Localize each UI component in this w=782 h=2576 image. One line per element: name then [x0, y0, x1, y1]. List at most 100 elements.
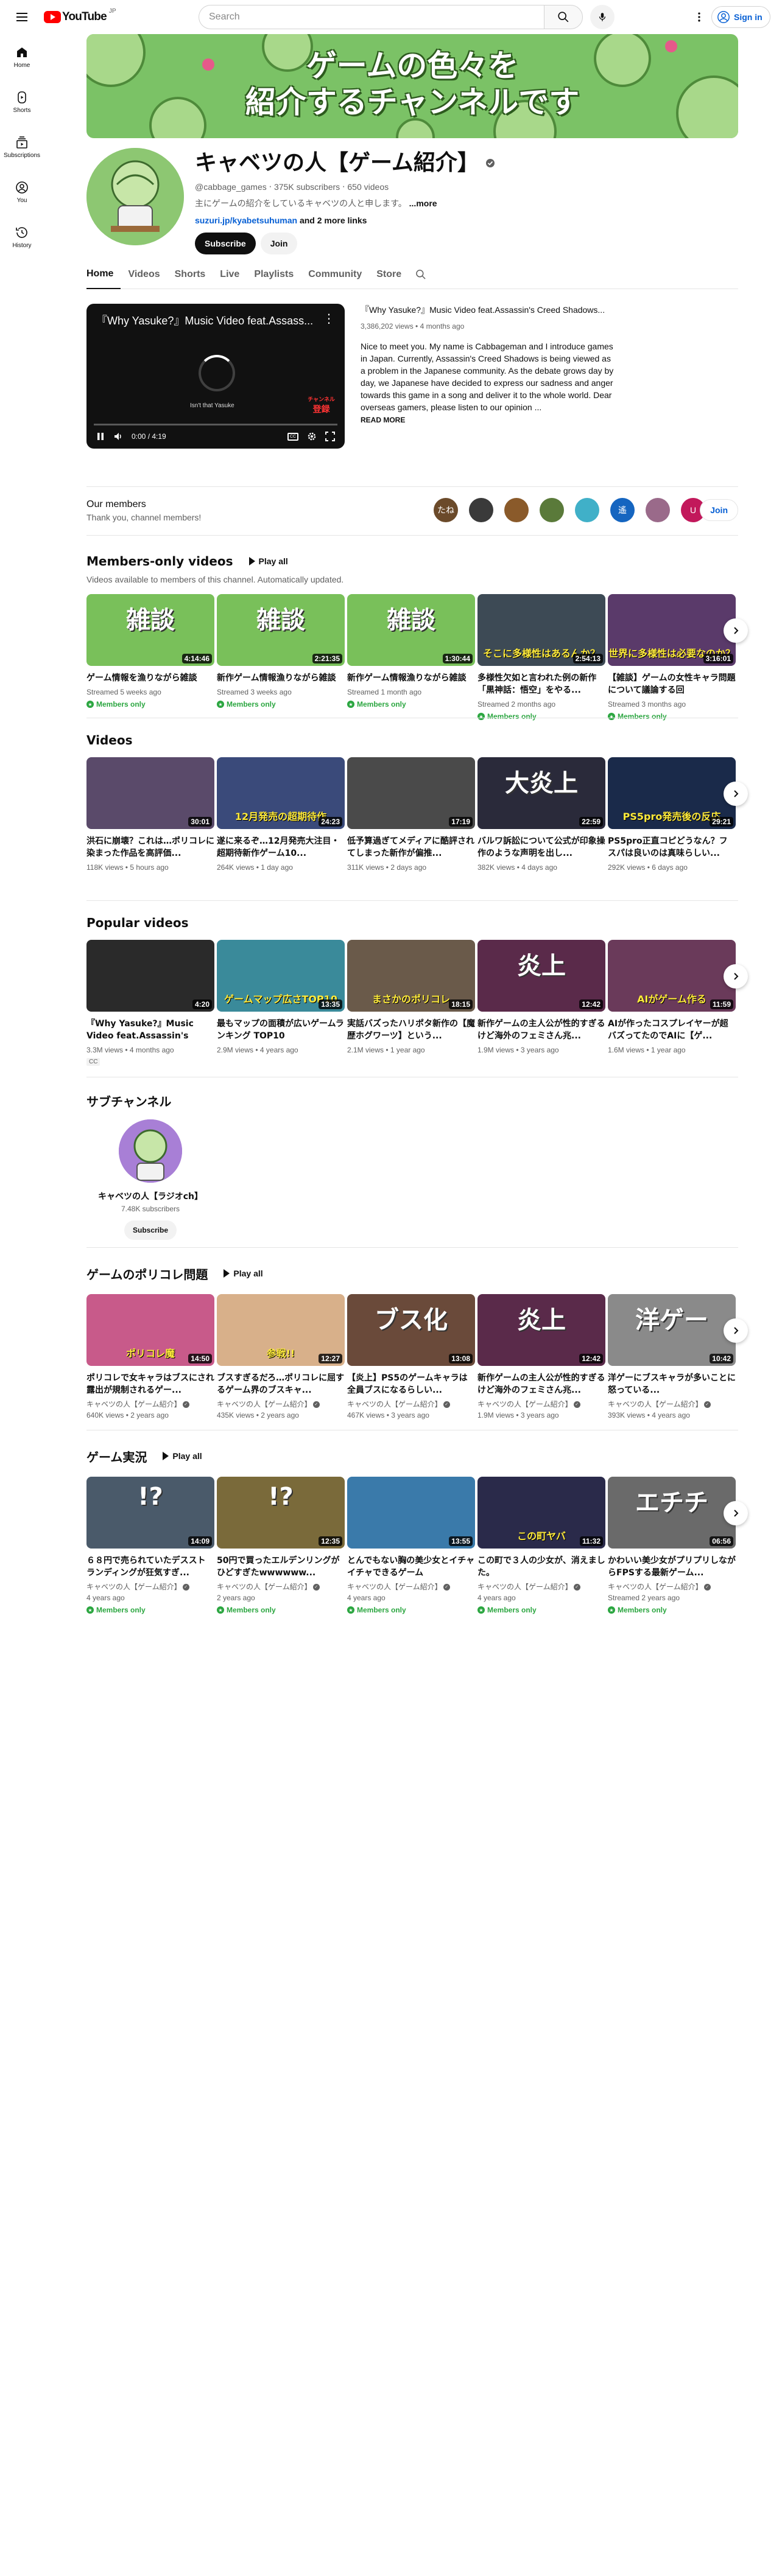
video-thumbnail[interactable]: この町ヤバ 11:32 — [477, 1477, 605, 1549]
video-channel[interactable]: キャベツの人【ゲーム紹介】 ✓ — [347, 1399, 475, 1410]
video-thumbnail[interactable]: 4:20 — [86, 940, 214, 1012]
video-thumbnail[interactable]: 30:01 — [86, 757, 214, 829]
guide-item-home[interactable]: Home — [2, 34, 41, 79]
video-thumbnail[interactable]: エチチ 06:56 — [608, 1477, 736, 1549]
subtitles-icon[interactable]: CC — [287, 432, 298, 441]
video-title[interactable]: 『Why Yasuke?』Music Video feat.Assassin's… — [86, 1018, 214, 1042]
video-thumbnail[interactable]: 13:55 — [347, 1477, 475, 1549]
tab-live[interactable]: Live — [213, 260, 247, 289]
play-all-button[interactable]: Play all — [243, 550, 294, 572]
read-more-link[interactable]: READ MORE — [361, 416, 616, 424]
section-title[interactable]: ゲームのポリコレ問題 — [86, 1265, 208, 1283]
channel-more-links[interactable]: and 2 more links — [300, 215, 367, 225]
guide-item-shorts[interactable]: Shorts — [2, 79, 41, 124]
video-thumbnail[interactable]: 雑談 1:30:44 — [347, 594, 475, 666]
guide-item-subscriptions[interactable]: Subscriptions — [2, 124, 41, 169]
subchannel-card[interactable]: キャベツの人【ラジオch】 7.48K subscribers Subscrib… — [86, 1119, 214, 1240]
video-channel[interactable]: キャベツの人【ゲーム紹介】 ✓ — [608, 1581, 736, 1592]
video-title[interactable]: 新作ゲーム情報漁りながら雑談 — [217, 672, 345, 684]
video-thumbnail[interactable]: 雑談 2:21:35 — [217, 594, 345, 666]
video-card[interactable]: ブス化 13:08 【炎上】PS5のゲームキャラは全員ブスになるらしい... キャベツ… — [347, 1294, 475, 1421]
video-title[interactable]: AIが作ったコスプレイヤーが超バズってたのでAIに【ゲ... — [608, 1018, 736, 1042]
video-card[interactable]: 炎上 12:42 新作ゲームの主人公が性的すぎるけど海外のフェミさん兆... 1.9M… — [477, 940, 605, 1066]
video-title[interactable]: 洋ゲーにブスキャラが多いことに怒っている... — [608, 1372, 736, 1396]
video-card[interactable]: 12月発売の超期待作 24:23 遂に来るぞ…12月発売大注目・超期待新作ゲーム10… — [217, 757, 345, 873]
video-title[interactable]: 遂に来るぞ…12月発売大注目・超期待新作ゲーム10... — [217, 835, 345, 859]
video-channel[interactable]: キャベツの人【ゲーム紹介】 ✓ — [86, 1399, 214, 1410]
guide-menu-button[interactable] — [10, 5, 34, 29]
member-avatar[interactable] — [504, 498, 529, 522]
channel-description[interactable]: 主にゲームの紹介をしているキャベツの人と申します。 ...more — [195, 197, 731, 209]
video-channel[interactable]: キャベツの人【ゲーム紹介】 ✓ — [477, 1399, 605, 1410]
video-title[interactable]: ブスすぎるだろ…ポリコレに屈するゲーム界のブスキャ... — [217, 1372, 345, 1396]
video-channel[interactable]: キャベツの人【ゲーム紹介】 ✓ — [86, 1581, 214, 1592]
member-avatar[interactable] — [575, 498, 599, 522]
video-thumbnail[interactable]: 炎上 12:42 — [477, 1294, 605, 1366]
video-card[interactable]: 炎上 12:42 新作ゲームの主人公が性的すぎるけど海外のフェミさん兆... キャベツ… — [477, 1294, 605, 1421]
subchannel-name[interactable]: キャベツの人【ラジオch】 — [86, 1190, 214, 1202]
video-thumbnail[interactable]: !? 12:35 — [217, 1477, 345, 1549]
shelf-next-button[interactable] — [724, 1318, 748, 1343]
video-channel[interactable]: キャベツの人【ゲーム紹介】 ✓ — [608, 1399, 736, 1410]
video-thumbnail[interactable]: 世界に多様性は必要なのか？ 3:16:01 — [608, 594, 736, 666]
video-thumbnail[interactable]: 17:19 — [347, 757, 475, 829]
video-title[interactable]: かわいい美少女がプリプリしながらFPSする最新ゲーム... — [608, 1555, 736, 1579]
video-card[interactable]: 雑談 4:14:46 ゲーム情報を漁りながら雑談 Streamed 5 weeks a… — [86, 594, 214, 721]
video-card[interactable]: 大炎上 22:59 バルワ訴訟について公式が印象操作のような声明を出し... 382K… — [477, 757, 605, 873]
video-card[interactable]: 雑談 1:30:44 新作ゲーム情報漁りながら雑談 Streamed 1 month … — [347, 594, 475, 721]
settings-gear-icon[interactable] — [307, 432, 317, 441]
voice-search-button[interactable] — [590, 5, 615, 29]
member-avatar[interactable]: たね — [434, 498, 458, 522]
video-title[interactable]: 【雑談】ゲームの女性キャラ問題について議論する回 — [608, 672, 736, 696]
video-title[interactable]: PS5pro正直コピどうなん？フスパは良いのは真味らしい... — [608, 835, 736, 859]
video-thumbnail[interactable]: PS5pro発売後の反応 29:21 — [608, 757, 736, 829]
video-card[interactable]: PS5pro発売後の反応 29:21 PS5pro正直コピどうなん？フスパは良いのは… — [608, 757, 736, 873]
video-title[interactable]: 最もマップの面積が広いゲームランキング TOP10 — [217, 1018, 345, 1042]
video-channel[interactable]: キャベツの人【ゲーム紹介】 ✓ — [217, 1399, 345, 1410]
member-avatar[interactable]: 遙 — [610, 498, 635, 522]
video-title[interactable]: ポリコレで女キャラはブスにされ露出が規制されるゲー... — [86, 1372, 214, 1396]
section-title[interactable]: Members-only videos — [86, 554, 233, 569]
member-avatar[interactable] — [469, 498, 493, 522]
video-thumbnail[interactable]: ゲームマップ広さTOP10 13:35 — [217, 940, 345, 1012]
video-title[interactable]: 低予算過ぎてメディアに酷評されてしまった新作が偏推... — [347, 835, 475, 859]
settings-more-button[interactable] — [687, 5, 711, 29]
player-subscribe-overlay[interactable]: チャンネル 登録 — [308, 395, 335, 415]
guide-item-you[interactable]: You — [2, 169, 41, 214]
video-channel[interactable]: キャベツの人【ゲーム紹介】 ✓ — [217, 1581, 345, 1592]
video-channel[interactable]: キャベツの人【ゲーム紹介】 ✓ — [477, 1581, 605, 1592]
video-thumbnail[interactable]: そこに多様性はあるんか？ 2:54:13 — [477, 594, 605, 666]
member-avatar[interactable] — [540, 498, 564, 522]
tab-shorts[interactable]: Shorts — [167, 260, 213, 289]
description-more-link[interactable]: ...more — [409, 198, 437, 208]
subscribe-button[interactable]: Subscribe — [195, 233, 256, 254]
play-all-button[interactable]: Play all — [217, 1262, 269, 1284]
video-card[interactable]: ゲームマップ広さTOP10 13:35 最もマップの面積が広いゲームランキング TO… — [217, 940, 345, 1066]
featured-title[interactable]: 『Why Yasuke?』Music Video feat.Assassin's… — [361, 304, 616, 316]
video-card[interactable]: エチチ 06:56 かわいい美少女がプリプリしながらFPSする最新ゲーム... キャベ… — [608, 1477, 736, 1615]
shelf-next-button[interactable] — [724, 782, 748, 806]
progress-bar[interactable] — [94, 424, 337, 425]
video-thumbnail[interactable]: !? 14:09 — [86, 1477, 214, 1549]
subchannel-avatar[interactable] — [119, 1119, 182, 1183]
tab-home[interactable]: Home — [86, 260, 121, 289]
video-title[interactable]: 多様性欠如と言われた例の新作「黒神話：悟空」をやる... — [477, 672, 605, 696]
fullscreen-icon[interactable] — [325, 432, 335, 441]
video-card[interactable]: この町ヤバ 11:32 この町で３人の少女が、消えました。キャベツの人【ゲーム紹介】… — [477, 1477, 605, 1615]
video-card[interactable]: まさかのポリコレ 18:15 実話バズったハリポタ新作の【魔歴ホグワーツ】という..… — [347, 940, 475, 1066]
sign-in-button[interactable]: Sign in — [711, 6, 770, 28]
video-card[interactable]: 4:20 『Why Yasuke?』Music Video feat.Assass… — [86, 940, 214, 1066]
player-more-icon[interactable]: ⋮ — [323, 311, 335, 326]
subchannel-subscribe-button[interactable]: Subscribe — [124, 1220, 177, 1240]
video-title[interactable]: 実話バズったハリポタ新作の【魔歴ホグワーツ】という... — [347, 1018, 475, 1042]
tab-store[interactable]: Store — [369, 260, 409, 289]
video-title[interactable]: 洪石に崩壊？これは…ポリコレに染まった作品を高評価... — [86, 835, 214, 859]
section-title[interactable]: Videos — [86, 733, 133, 747]
video-thumbnail[interactable]: ポリコレ魔 14:50 — [86, 1294, 214, 1366]
channel-search-button[interactable] — [409, 260, 433, 289]
video-card[interactable]: AIがゲーム作る 11:59 AIが作ったコスプレイヤーが超バズってたのでAIに【ゲ… — [608, 940, 736, 1066]
search-button[interactable] — [544, 5, 583, 29]
shelf-next-button[interactable] — [724, 618, 748, 643]
video-card[interactable]: !? 14:09 ６８円で売られていたデススト ランディングが狂気すぎ... キャベツ… — [86, 1477, 214, 1615]
video-title[interactable]: この町で３人の少女が、消えました。 — [477, 1555, 605, 1579]
